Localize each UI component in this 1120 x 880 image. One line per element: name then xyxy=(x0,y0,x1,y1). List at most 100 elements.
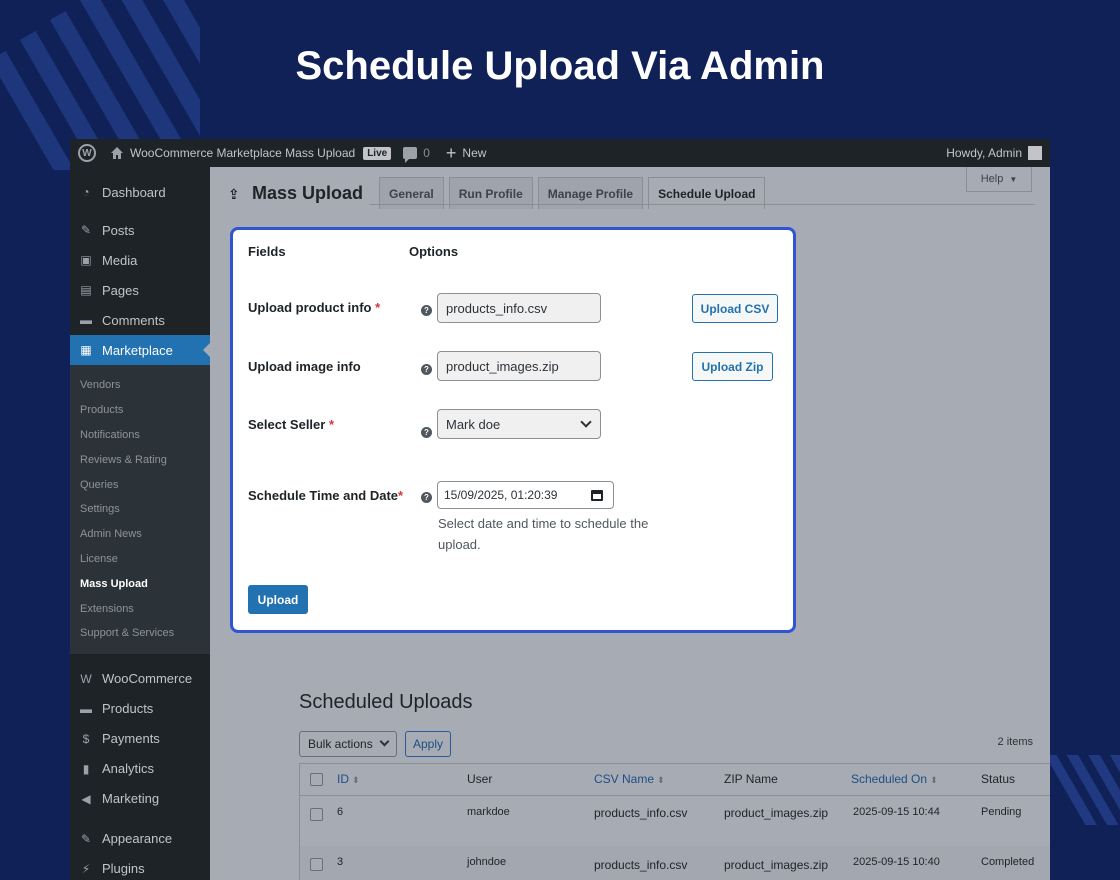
chevron-down-icon xyxy=(580,416,592,428)
submenu-item-reviews[interactable]: Reviews & Rating xyxy=(70,447,210,472)
column-zip-name: ZIP Name xyxy=(724,772,778,786)
help-icon[interactable]: ? xyxy=(421,427,432,438)
column-scheduled-on[interactable]: Scheduled On ⬍ xyxy=(851,772,938,786)
bulk-actions-select[interactable]: Bulk actions xyxy=(299,731,397,757)
sidebar-item-analytics[interactable]: ▮ Analytics xyxy=(70,754,210,784)
upload-button[interactable]: Upload xyxy=(248,585,308,614)
column-status: Status xyxy=(981,772,1016,786)
sidebar-item-comments[interactable]: ▬ Comments xyxy=(70,305,210,335)
sort-icon: ⬍ xyxy=(352,775,360,785)
row-user: markdoe xyxy=(467,806,510,818)
submenu-item-queries[interactable]: Queries xyxy=(70,472,210,497)
submenu-item-extensions[interactable]: Extensions xyxy=(70,596,210,621)
schedule-datetime-input[interactable]: 15/09/2025, 01:20:39 xyxy=(437,481,614,509)
items-count: 2 items xyxy=(997,736,1033,748)
calendar-icon[interactable] xyxy=(591,490,603,501)
tabs-divider xyxy=(370,204,1035,205)
row-user: johndoe xyxy=(467,856,507,868)
megaphone-icon: ◀ xyxy=(81,791,91,806)
comment-icon: ▬ xyxy=(80,313,92,327)
row-checkbox[interactable] xyxy=(310,858,323,871)
comments-count: 0 xyxy=(423,146,430,160)
submenu-item-vendors[interactable]: Vendors xyxy=(70,373,210,398)
admin-bar: W WooCommerce Marketplace Mass Upload Li… xyxy=(70,139,1050,167)
sidebar-item-products[interactable]: ▬ Products xyxy=(70,694,210,724)
row-id[interactable]: 6 xyxy=(337,806,343,818)
seller-select[interactable]: Mark doe xyxy=(437,409,601,439)
sidebar-item-marketing[interactable]: ◀ Marketing xyxy=(70,784,210,814)
plus-icon[interactable]: + xyxy=(446,144,457,162)
column-user: User xyxy=(467,772,493,786)
table-header: ID ⬍ User CSV Name ⬍ ZIP Name Scheduled On… xyxy=(300,764,1050,796)
site-name-link[interactable]: WooCommerce Marketplace Mass Upload xyxy=(130,146,355,160)
pages-icon: ▤ xyxy=(80,283,92,297)
archive-icon: ▬ xyxy=(80,701,92,716)
help-icon[interactable]: ? xyxy=(421,305,432,316)
chevron-down-icon xyxy=(379,736,390,747)
media-icon: ▣ xyxy=(80,253,92,267)
submenu-item-admin-news[interactable]: Admin News xyxy=(70,522,210,547)
new-link[interactable]: New xyxy=(462,146,486,160)
fields-header: Fields xyxy=(248,244,286,259)
upload-icon: ⇪ xyxy=(228,186,240,202)
store-icon: ▦ xyxy=(80,343,92,357)
sidebar-item-pages[interactable]: ▤ Pages xyxy=(70,275,210,305)
row-scheduled-on: 2025-09-15 10:44 xyxy=(853,806,940,818)
schedule-upload-form: Fields Options Upload product info * ? p… xyxy=(230,227,796,633)
comment-icon[interactable] xyxy=(403,147,418,163)
row-status: Completed xyxy=(981,856,1035,868)
submenu-item-license[interactable]: License xyxy=(70,547,210,572)
product-info-label: Upload product info * xyxy=(248,300,381,315)
row-zip-name: product_images.zip xyxy=(724,858,829,872)
product-info-field[interactable]: products_info.csv xyxy=(437,293,601,323)
live-badge: Live xyxy=(363,146,392,160)
sidebar-item-media[interactable]: ▣ Media xyxy=(70,245,210,275)
page-title: Mass Upload xyxy=(252,182,364,203)
woocommerce-icon: W xyxy=(80,671,92,686)
apply-button[interactable]: Apply xyxy=(405,731,451,757)
row-checkbox[interactable] xyxy=(310,808,323,821)
row-scheduled-on: 2025-09-15 10:40 xyxy=(853,856,940,868)
sidebar-item-posts[interactable]: ✎ Posts xyxy=(70,215,210,245)
image-info-field[interactable]: product_images.zip xyxy=(437,351,601,381)
sidebar-item-plugins[interactable]: ⚡ Plugins xyxy=(70,854,210,880)
sort-icon: ⬍ xyxy=(930,775,938,785)
options-header: Options xyxy=(409,244,459,259)
marketplace-submenu: Vendors Products Notifications Reviews &… xyxy=(70,365,210,654)
help-icon[interactable]: ? xyxy=(421,492,432,503)
howdy-link[interactable]: Howdy, Admin xyxy=(946,146,1022,160)
submenu-item-support[interactable]: Support & Services xyxy=(70,621,210,646)
submenu-item-mass-upload[interactable]: Mass Upload xyxy=(70,571,210,596)
submenu-item-products[interactable]: Products xyxy=(70,398,210,423)
seller-label: Select Seller * xyxy=(248,417,335,432)
bar-chart-icon: ▮ xyxy=(82,761,90,776)
dollar-icon: $ xyxy=(82,731,90,746)
row-status: Pending xyxy=(981,806,1022,818)
brush-icon: ✎ xyxy=(80,831,92,846)
plugin-icon: ⚡ xyxy=(81,861,91,876)
row-zip-name: product_images.zip xyxy=(724,806,829,820)
sidebar-item-dashboard[interactable]: ◔ Dashboard xyxy=(70,177,210,207)
upload-zip-button[interactable]: Upload Zip xyxy=(692,352,773,381)
sidebar-item-woocommerce[interactable]: W WooCommerce xyxy=(70,664,210,694)
admin-sidebar: ◔ Dashboard ✎ Posts ▣ Media ▤ Pages ▬ Co… xyxy=(70,167,210,880)
sidebar-item-marketplace[interactable]: ▦ Marketplace xyxy=(70,335,210,365)
upload-csv-button[interactable]: Upload CSV xyxy=(692,294,778,323)
sidebar-item-appearance[interactable]: ✎ Appearance xyxy=(70,824,210,854)
help-button[interactable]: Help ▼ xyxy=(966,167,1032,192)
avatar[interactable] xyxy=(1028,146,1042,160)
sort-icon: ⬍ xyxy=(657,775,665,785)
row-csv-name: products_info.csv xyxy=(594,806,688,820)
submenu-item-notifications[interactable]: Notifications xyxy=(70,423,210,448)
sidebar-item-payments[interactable]: $ Payments xyxy=(70,724,210,754)
select-all-checkbox[interactable] xyxy=(310,773,323,786)
column-csv-name[interactable]: CSV Name ⬍ xyxy=(594,772,665,786)
wordpress-logo-icon[interactable]: W xyxy=(78,144,96,162)
column-id[interactable]: ID ⬍ xyxy=(337,772,360,786)
scheduled-uploads-title: Scheduled Uploads xyxy=(299,691,473,713)
schedule-description: Select date and time to schedule the upl… xyxy=(438,516,649,552)
row-id[interactable]: 3 xyxy=(337,856,343,868)
schedule-label: Schedule Time and Date* xyxy=(248,488,404,503)
submenu-item-settings[interactable]: Settings xyxy=(70,497,210,522)
help-icon[interactable]: ? xyxy=(421,364,432,375)
